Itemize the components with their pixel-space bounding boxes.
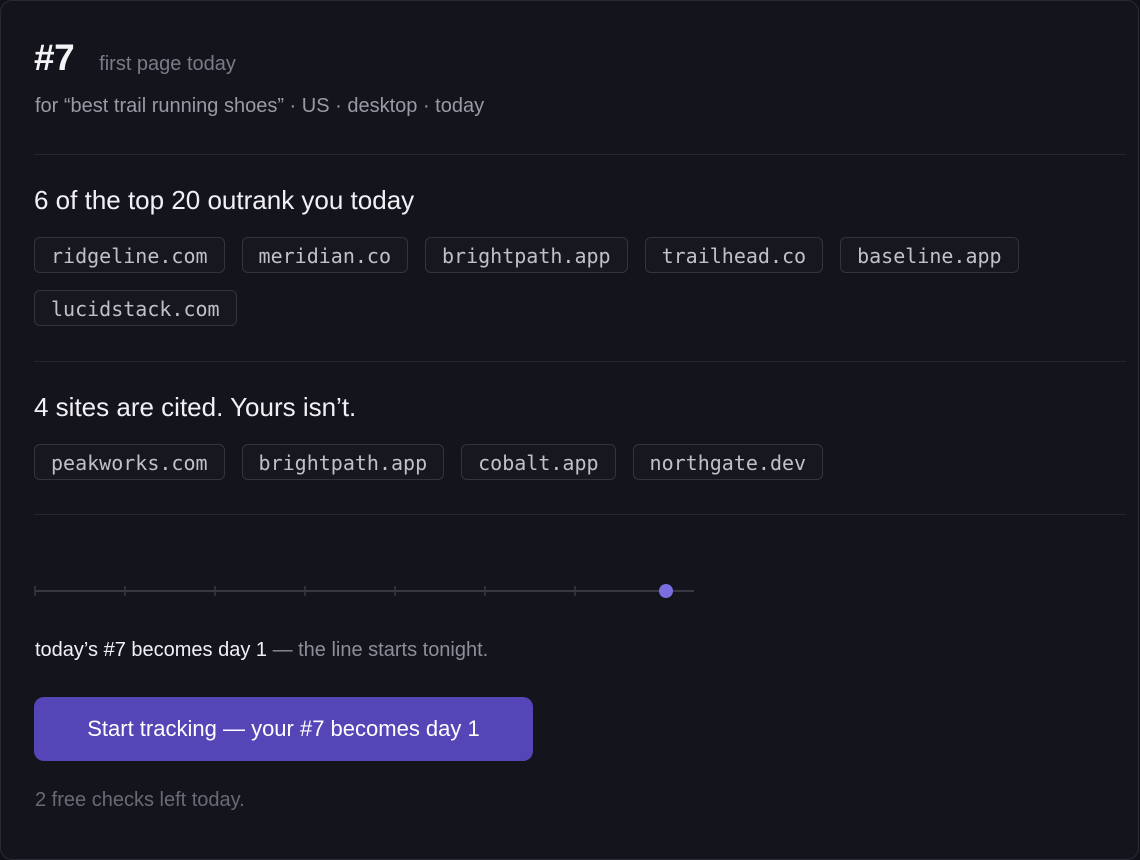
domain-chip: meridian.co xyxy=(241,237,408,273)
domain-chip: trailhead.co xyxy=(644,237,824,273)
cited-title: 4 sites are cited. Yours isn’t. xyxy=(34,392,357,422)
divider xyxy=(34,154,1126,155)
domain-chip: cobalt.app xyxy=(461,444,616,480)
domain-chip: peakworks.com xyxy=(34,444,225,480)
timeline-current-dot xyxy=(659,584,673,598)
query-meta: for “best trail running shoes” · US · de… xyxy=(35,95,485,117)
rank-value: #7 xyxy=(34,37,75,78)
timeline-note: today’s #7 becomes day 1 — the line star… xyxy=(35,639,488,662)
start-tracking-button[interactable]: Start tracking — your #7 becomes day 1 xyxy=(34,697,533,761)
outrank-title: 6 of the top 20 outrank you today xyxy=(34,185,415,215)
outrank-domain-list: ridgeline.com meridian.co brightpath.app tr… xyxy=(34,237,1126,326)
rank-row: #7 first page today xyxy=(34,37,236,79)
domain-chip: brightpath.app xyxy=(425,237,628,273)
domain-chip: baseline.app xyxy=(840,237,1019,273)
rank-caption: first page today xyxy=(99,53,236,75)
domain-chip: northgate.dev xyxy=(632,444,824,480)
cited-domain-list: peakworks.com brightpath.app cobalt.app nor… xyxy=(34,444,1126,480)
timeline-note-muted: — the line starts tonight. xyxy=(267,639,489,661)
domain-chip: lucidstack.com xyxy=(34,290,237,326)
rank-report-card: #7 first page today for “best trail runn… xyxy=(0,0,1139,860)
divider xyxy=(34,514,1126,515)
domain-chip: brightpath.app xyxy=(241,444,445,480)
divider xyxy=(34,361,1126,362)
free-checks-remaining: 2 free checks left today. xyxy=(35,789,245,811)
domain-chip: ridgeline.com xyxy=(34,237,225,273)
tracking-timeline xyxy=(34,584,694,598)
timeline-note-strong: today’s #7 becomes day 1 xyxy=(35,639,268,661)
